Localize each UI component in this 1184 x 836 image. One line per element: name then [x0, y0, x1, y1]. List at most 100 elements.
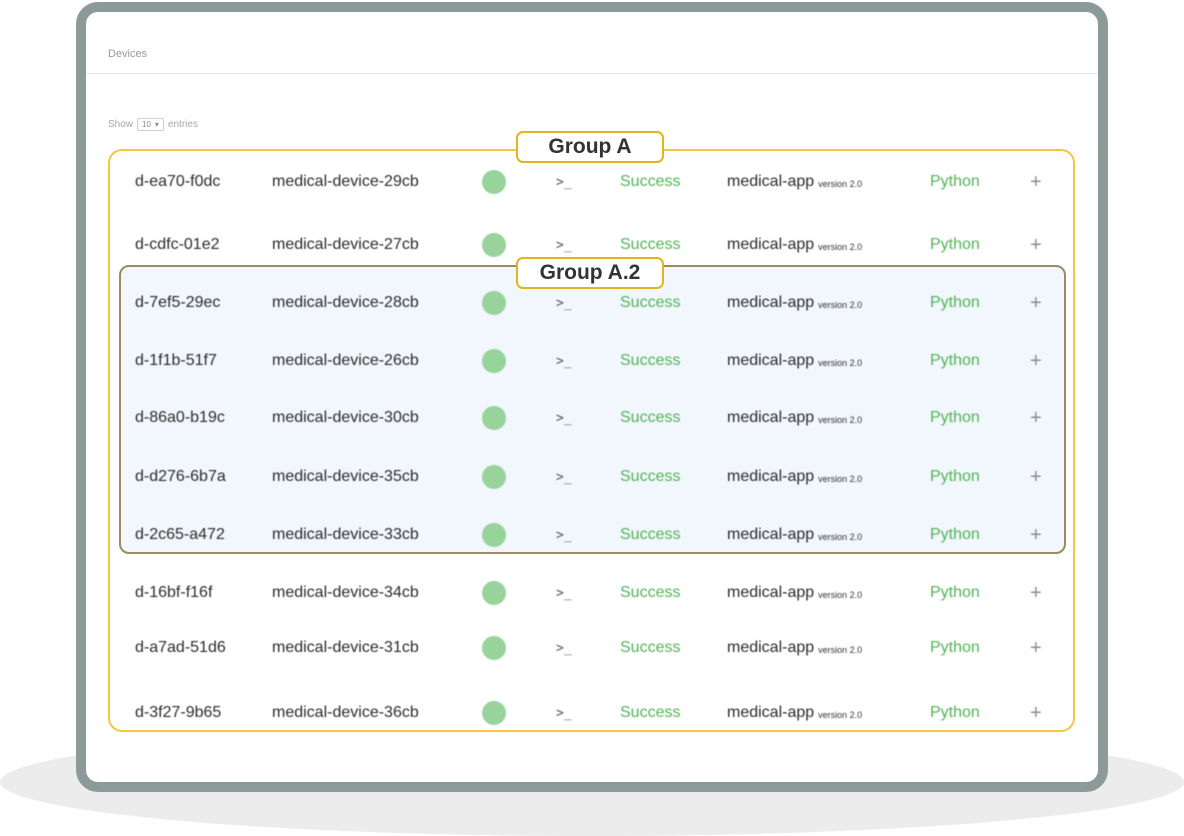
- table-row[interactable]: d-a7ad-51d6 medical-device-31cb >_ Success m…: [86, 633, 1098, 663]
- language-text: Python: [930, 704, 980, 721]
- status-text: Success: [620, 526, 681, 543]
- app-label: medical-app: [727, 526, 815, 543]
- device-id: d-cdfc-01e2: [135, 236, 220, 253]
- terminal-icon[interactable]: >_: [556, 578, 572, 608]
- status-dot-icon: [482, 578, 506, 608]
- table-row[interactable]: d-86a0-b19c medical-device-30cb >_ Success m…: [86, 403, 1098, 433]
- app-name: medical-app version 2.0: [727, 167, 862, 197]
- plus-icon[interactable]: +: [1030, 346, 1042, 376]
- entries-select[interactable]: 10 ▾: [137, 118, 164, 131]
- status-dot-icon: [482, 167, 506, 197]
- app-name: medical-app version 2.0: [727, 230, 862, 260]
- app-version: version 2.0: [818, 178, 863, 189]
- status-text: Success: [620, 173, 681, 190]
- status-text: Success: [620, 236, 681, 253]
- language-text: Python: [930, 639, 980, 656]
- device-name[interactable]: medical-device-27cb: [272, 230, 419, 260]
- status-text: Success: [620, 352, 681, 369]
- plus-icon[interactable]: +: [1030, 520, 1042, 550]
- app-label: medical-app: [727, 468, 815, 485]
- device-name[interactable]: medical-device-30cb: [272, 403, 419, 433]
- device-id: d-86a0-b19c: [135, 409, 225, 426]
- page-title: Devices: [108, 48, 148, 60]
- status-dot-icon: [482, 633, 506, 663]
- terminal-icon[interactable]: >_: [556, 346, 572, 376]
- table-row[interactable]: d-d276-6b7a medical-device-35cb >_ Success m…: [86, 462, 1098, 492]
- device-name[interactable]: medical-device-26cb: [272, 346, 419, 376]
- terminal-icon[interactable]: >_: [556, 403, 572, 433]
- table-row[interactable]: d-7ef5-29ec medical-device-28cb >_ Success m…: [86, 288, 1098, 318]
- terminal-icon[interactable]: >_: [556, 288, 572, 318]
- table-row[interactable]: d-2c65-a472 medical-device-33cb >_ Success m…: [86, 520, 1098, 550]
- plus-icon[interactable]: +: [1030, 698, 1042, 728]
- device-name[interactable]: medical-device-36cb: [272, 698, 419, 728]
- entries-value: 10: [142, 120, 151, 129]
- status-dot-icon: [482, 403, 506, 433]
- device-name[interactable]: medical-device-29cb: [272, 167, 419, 197]
- status-text: Success: [620, 704, 681, 721]
- language-text: Python: [930, 584, 980, 601]
- app-version: version 2.0: [818, 531, 863, 542]
- table-row[interactable]: d-3f27-9b65 medical-device-36cb >_ Success m…: [86, 698, 1098, 728]
- plus-icon[interactable]: +: [1030, 633, 1042, 663]
- app-version: version 2.0: [818, 644, 863, 655]
- table-row[interactable]: d-ea70-f0dc medical-device-29cb >_ Success m…: [86, 167, 1098, 197]
- language-text: Python: [930, 294, 980, 311]
- device-name[interactable]: medical-device-34cb: [272, 578, 419, 608]
- device-id: d-d276-6b7a: [135, 468, 226, 485]
- device-id: d-16bf-f16f: [135, 584, 213, 601]
- device-name[interactable]: medical-device-33cb: [272, 520, 419, 550]
- plus-icon[interactable]: +: [1030, 230, 1042, 260]
- language-text: Python: [930, 173, 980, 190]
- device-frame: Devices Show 10 ▾ entries Group A d-ea70…: [76, 2, 1108, 792]
- terminal-icon[interactable]: >_: [556, 520, 572, 550]
- status-dot-icon: [482, 346, 506, 376]
- app-name: medical-app version 2.0: [727, 520, 862, 550]
- app-label: medical-app: [727, 236, 815, 253]
- app-name: medical-app version 2.0: [727, 633, 862, 663]
- app-label: medical-app: [727, 173, 815, 190]
- language-text: Python: [930, 352, 980, 369]
- app-version: version 2.0: [818, 299, 863, 310]
- device-name[interactable]: medical-device-28cb: [272, 288, 419, 318]
- app-label: medical-app: [727, 704, 815, 721]
- plus-icon[interactable]: +: [1030, 462, 1042, 492]
- app-version: version 2.0: [818, 241, 863, 252]
- app-name: medical-app version 2.0: [727, 288, 862, 318]
- status-dot-icon: [482, 698, 506, 728]
- terminal-icon[interactable]: >_: [556, 230, 572, 260]
- app-name: medical-app version 2.0: [727, 346, 862, 376]
- terminal-icon[interactable]: >_: [556, 462, 572, 492]
- status-dot-icon: [482, 288, 506, 318]
- app-name: medical-app version 2.0: [727, 578, 862, 608]
- group-a2-label: Group A.2: [516, 257, 664, 289]
- table-row[interactable]: d-cdfc-01e2 medical-device-27cb >_ Success m…: [86, 230, 1098, 260]
- device-id: d-a7ad-51d6: [135, 639, 226, 656]
- device-id: d-7ef5-29ec: [135, 294, 221, 311]
- chevron-down-icon: ▾: [154, 120, 159, 129]
- status-text: Success: [620, 639, 681, 656]
- header-divider: [86, 73, 1098, 74]
- app-label: medical-app: [727, 294, 815, 311]
- device-id: d-3f27-9b65: [135, 704, 222, 721]
- terminal-icon[interactable]: >_: [556, 633, 572, 663]
- app-label: medical-app: [727, 584, 815, 601]
- table-row[interactable]: d-1f1b-51f7 medical-device-26cb >_ Success m…: [86, 346, 1098, 376]
- status-dot-icon: [482, 462, 506, 492]
- terminal-icon[interactable]: >_: [556, 698, 572, 728]
- group-a-label: Group A: [516, 131, 664, 163]
- device-name[interactable]: medical-device-31cb: [272, 633, 419, 663]
- plus-icon[interactable]: +: [1030, 288, 1042, 318]
- app-label: medical-app: [727, 409, 815, 426]
- app-label: medical-app: [727, 639, 815, 656]
- plus-icon[interactable]: +: [1030, 578, 1042, 608]
- table-row[interactable]: d-16bf-f16f medical-device-34cb >_ Success m…: [86, 578, 1098, 608]
- plus-icon[interactable]: +: [1030, 403, 1042, 433]
- app-name: medical-app version 2.0: [727, 698, 862, 728]
- app-name: medical-app version 2.0: [727, 462, 862, 492]
- device-name[interactable]: medical-device-35cb: [272, 462, 419, 492]
- plus-icon[interactable]: +: [1030, 167, 1042, 197]
- app-version: version 2.0: [818, 709, 863, 720]
- terminal-icon[interactable]: >_: [556, 167, 572, 197]
- status-dot-icon: [482, 520, 506, 550]
